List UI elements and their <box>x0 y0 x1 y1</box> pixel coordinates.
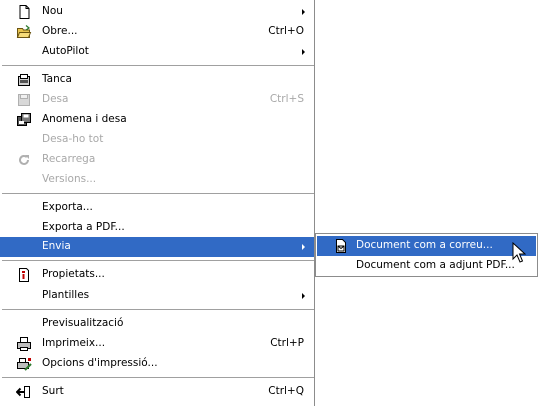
exit-icon <box>15 384 32 400</box>
menu-item-new[interactable]: Nou <box>0 2 314 22</box>
menu-item-label: Propietats... <box>42 268 105 280</box>
close-document-icon <box>16 72 32 88</box>
menu-item-print-preview[interactable]: Previsualització <box>0 314 314 334</box>
menu-item-shortcut: Ctrl+S <box>269 93 304 105</box>
send-submenu: Document com a correu... Document com a … <box>315 233 538 277</box>
submenu-item-label: Document com a adjunt PDF... <box>356 259 515 271</box>
submenu-item-label: Document com a correu... <box>356 239 493 251</box>
submenu-arrow-icon <box>302 293 305 299</box>
menu-item-shortcut: Ctrl+O <box>268 25 304 37</box>
menu-item-save: Desa Ctrl+S <box>0 90 314 110</box>
menu-item-save-as[interactable]: Anomena i desa <box>0 110 314 130</box>
mail-document-icon <box>333 238 349 254</box>
submenu-item-document-as-email[interactable]: Document com a correu... <box>317 236 536 256</box>
submenu-arrow-icon <box>302 49 305 55</box>
menu-item-templates[interactable]: Plantilles <box>0 286 314 306</box>
menu-item-label: Exporta a PDF... <box>42 221 125 233</box>
menu-item-label: Exporta... <box>42 201 93 213</box>
file-menu: Nou Obre... Ctrl+O AutoPilot Tanca Desa … <box>0 0 315 406</box>
menu-separator <box>2 65 314 67</box>
properties-icon <box>16 267 32 283</box>
menu-item-label: AutoPilot <box>42 45 89 57</box>
menu-item-label: Previsualització <box>42 317 124 329</box>
menu-item-label: Obre... <box>42 25 78 37</box>
menu-separator <box>2 260 314 262</box>
menu-item-versions: Versions... <box>0 170 314 190</box>
save-icon <box>16 92 32 108</box>
menu-item-label: Desa <box>42 93 69 105</box>
printer-settings-icon <box>16 356 32 372</box>
menu-item-label: Surt <box>42 385 64 397</box>
menu-item-shortcut: Ctrl+P <box>270 337 304 349</box>
menu-item-label: Anomena i desa <box>42 113 127 125</box>
menu-item-export[interactable]: Exporta... <box>0 198 314 218</box>
new-document-icon <box>16 4 32 20</box>
menu-item-properties[interactable]: Propietats... <box>0 265 314 285</box>
menu-item-label: Desa-ho tot <box>42 133 104 145</box>
menu-item-open[interactable]: Obre... Ctrl+O <box>0 22 314 42</box>
menu-item-close[interactable]: Tanca <box>0 70 314 90</box>
menu-item-shortcut: Ctrl+Q <box>268 385 304 397</box>
menu-item-reload: Recarrega <box>0 150 314 170</box>
menu-item-exit[interactable]: Surt Ctrl+Q <box>0 382 314 402</box>
save-as-icon <box>16 112 32 128</box>
menu-separator <box>2 309 314 311</box>
menu-item-save-all: Desa-ho tot <box>0 130 314 150</box>
submenu-item-document-as-pdf-attachment[interactable]: Document com a adjunt PDF... <box>317 256 536 276</box>
open-folder-icon <box>16 24 32 40</box>
menu-item-label: Recarrega <box>42 153 96 165</box>
menu-item-label: Opcions d'impressió... <box>42 357 158 369</box>
menu-item-label: Envia <box>42 240 71 252</box>
menu-separator <box>2 377 314 379</box>
menu-item-export-pdf[interactable]: Exporta a PDF... <box>0 218 314 238</box>
menu-separator <box>2 193 314 195</box>
menu-item-send[interactable]: Envia <box>0 237 314 257</box>
submenu-arrow-icon <box>302 9 305 15</box>
reload-icon <box>16 152 32 168</box>
menu-item-label: Versions... <box>42 173 97 185</box>
menu-item-autopilot[interactable]: AutoPilot <box>0 42 314 62</box>
menu-item-label: Imprimeix... <box>42 337 106 349</box>
submenu-arrow-icon <box>302 244 305 250</box>
menu-item-print[interactable]: Imprimeix... Ctrl+P <box>0 334 314 354</box>
menu-item-print-options[interactable]: Opcions d'impressió... <box>0 354 314 374</box>
mouse-cursor-icon <box>512 242 526 263</box>
menu-item-label: Tanca <box>42 73 72 85</box>
printer-icon <box>16 336 32 352</box>
menu-item-label: Nou <box>42 5 63 17</box>
menu-item-label: Plantilles <box>42 289 90 301</box>
